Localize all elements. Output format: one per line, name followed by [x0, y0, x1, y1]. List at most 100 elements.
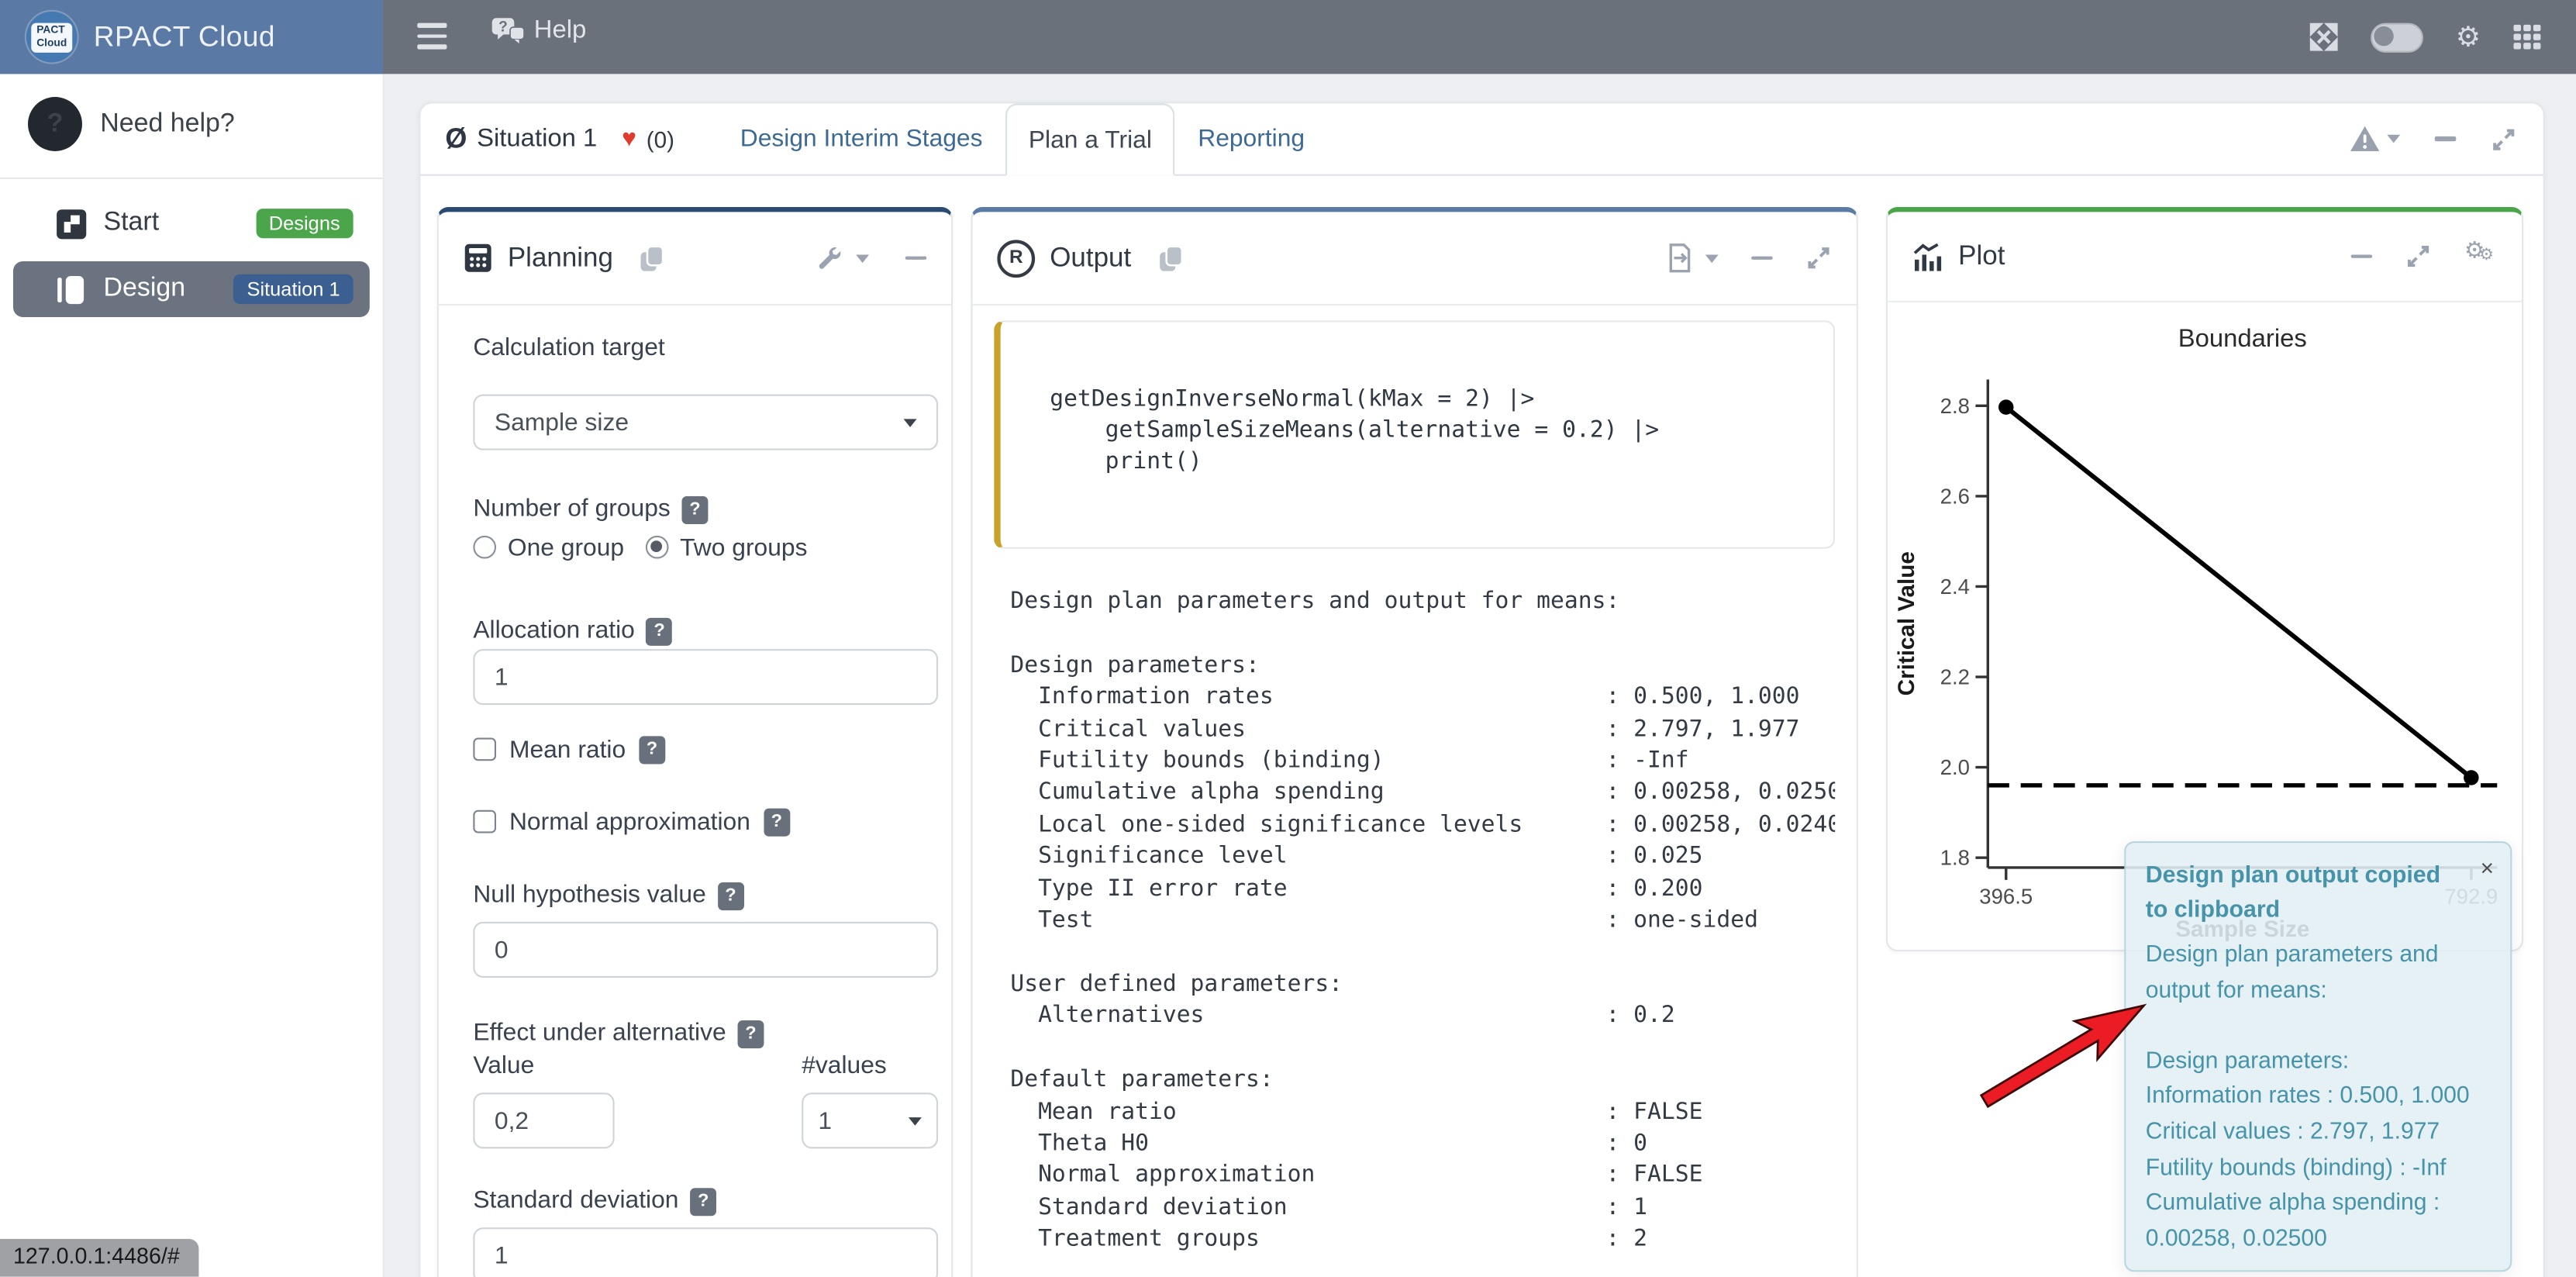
radio-two-groups[interactable]	[646, 536, 669, 559]
grid-apps-icon[interactable]	[2513, 25, 2541, 50]
help-button[interactable]: ? Help	[491, 16, 587, 46]
situation-badge: Situation 1	[234, 274, 353, 304]
situation-label: Situation 1	[477, 124, 597, 154]
num-values-label: #values	[802, 1050, 938, 1082]
expand-output-button[interactable]	[1805, 245, 1832, 271]
help-badge-icon[interactable]	[639, 735, 665, 763]
chevron-down-icon	[856, 254, 869, 262]
normal-approximation-label[interactable]: Normal approximation	[509, 808, 750, 836]
help-badge-icon[interactable]	[690, 1187, 716, 1215]
sidebar-item-label: Start	[104, 209, 160, 238]
calculator-icon	[464, 243, 493, 273]
favorite-heart-icon[interactable]: ♥	[622, 125, 636, 153]
mean-ratio-label[interactable]: Mean ratio	[509, 735, 626, 763]
help-badge-icon[interactable]	[764, 808, 790, 836]
copy-icon[interactable]	[1157, 244, 1184, 272]
plot-panel: Plot ⚙⚙ Boundaries1.82.02.22.42.62.8396.…	[1886, 207, 2523, 951]
expand-plot-button[interactable]	[2405, 243, 2432, 270]
collapse-planning-button[interactable]	[905, 256, 927, 260]
standard-deviation-label: Standard deviation	[473, 1185, 938, 1217]
standard-deviation-input[interactable]	[473, 1227, 938, 1277]
svg-text:?: ?	[498, 19, 508, 35]
fullscreen-arrows-icon[interactable]	[2309, 23, 2337, 51]
r-logo-icon	[997, 239, 1035, 277]
calculation-target-select[interactable]: Sample size	[473, 395, 938, 450]
output-panel: Output	[971, 207, 1857, 1277]
copy-icon[interactable]	[640, 244, 666, 272]
tab-plan-a-trial[interactable]: Plan a Trial	[1005, 104, 1174, 176]
calculation-target-label: Calculation target	[473, 332, 938, 364]
chat-question-icon: ?	[491, 16, 526, 46]
radio-two-groups-label[interactable]: Two groups	[680, 533, 807, 561]
planning-tools-dropdown[interactable]	[816, 245, 869, 271]
logo-line1: PACT	[36, 25, 67, 37]
radio-one-group[interactable]	[473, 536, 496, 559]
browser-status-url: 127.0.0.1:4486/#	[0, 1239, 199, 1277]
brand-header: PACT Cloud RPACT Cloud	[0, 0, 383, 74]
sidebar-item-label: Design	[104, 274, 186, 304]
tab-reporting[interactable]: Reporting	[1175, 104, 1328, 174]
rpact-cloud-app: PACT Cloud RPACT Cloud ? Help	[0, 0, 2576, 1277]
start-icon	[56, 208, 87, 239]
designs-badge: Designs	[256, 209, 353, 239]
settings-gear-icon[interactable]: ⚙	[2456, 23, 2481, 51]
help-badge-icon[interactable]	[738, 1020, 764, 1047]
effect-under-alternative-label: Effect under alternative	[473, 1017, 938, 1050]
svg-text:2.8: 2.8	[1940, 394, 1970, 418]
sidebar-item-design[interactable]: Design Situation 1	[13, 261, 370, 317]
help-label: Help	[534, 16, 587, 46]
toast-notification: × Design plan output copied to clipboard…	[2124, 841, 2512, 1272]
effect-inputs-row: 1	[473, 1092, 938, 1148]
effect-labels-row: Value #values	[473, 1050, 938, 1082]
collapse-output-button[interactable]	[1751, 256, 1773, 260]
situation-header: Ø Situation 1 ♥ (0)	[445, 104, 674, 174]
output-header: Output	[973, 212, 1857, 305]
help-badge-icon[interactable]	[647, 617, 673, 645]
topbar-icon-group: ⚙	[2309, 0, 2541, 74]
help-badge-icon[interactable]	[682, 495, 709, 523]
need-help-item[interactable]: Need help?	[0, 74, 383, 172]
mean-ratio-checkbox[interactable]	[473, 738, 496, 761]
svg-text:2.2: 2.2	[1940, 665, 1970, 689]
logo-line2: Cloud	[36, 37, 67, 50]
theme-toggle[interactable]	[2371, 22, 2423, 52]
num-values-select[interactable]: 1	[802, 1092, 938, 1148]
design-icon	[56, 274, 87, 305]
empty-set-icon[interactable]: Ø	[445, 123, 467, 155]
chevron-down-icon	[2387, 135, 2400, 143]
sidebar-item-start[interactable]: Start Designs	[13, 195, 370, 251]
effect-value-input[interactable]	[473, 1092, 614, 1148]
allocation-ratio-label: Allocation ratio	[473, 615, 938, 647]
collapse-plot-button[interactable]	[2351, 254, 2373, 258]
num-values-value: 1	[818, 1106, 832, 1134]
expand-card-button[interactable]	[2491, 126, 2517, 152]
top-bar: PACT Cloud RPACT Cloud ? Help	[0, 0, 2576, 74]
collapse-card-button[interactable]	[2435, 136, 2457, 140]
need-help-label: Need help?	[100, 109, 234, 139]
chevron-down-icon	[1705, 254, 1719, 262]
warnings-dropdown-button[interactable]	[2350, 125, 2401, 153]
output-title: Output	[1050, 243, 1131, 274]
normal-approximation-checkbox[interactable]	[473, 810, 496, 834]
close-icon[interactable]: ×	[2481, 856, 2494, 879]
plot-settings-gears-icon[interactable]: ⚙⚙	[2464, 242, 2497, 271]
rpact-logo-icon: PACT Cloud	[26, 12, 78, 63]
card-action-icons	[2350, 104, 2517, 174]
svg-text:Boundaries: Boundaries	[2178, 323, 2307, 352]
planning-panel: Planning Calculation target Sample s	[437, 207, 953, 1277]
planning-form: Calculation target Sample size Number of…	[439, 305, 951, 1277]
calculation-target-value: Sample size	[495, 409, 629, 437]
svg-text:2.0: 2.0	[1940, 755, 1970, 779]
allocation-ratio-input[interactable]	[473, 649, 938, 705]
tab-design-interim-stages[interactable]: Design Interim Stages	[717, 104, 1005, 174]
export-dropdown-button[interactable]	[1667, 243, 1719, 273]
chevron-down-icon	[909, 1117, 922, 1125]
sidebar-toggle-button[interactable]	[417, 23, 447, 50]
app-title: RPACT Cloud	[94, 19, 275, 54]
r-code-text: getDesignInverseNormal(kMax = 2) |> getS…	[1050, 385, 1817, 478]
radio-one-group-label[interactable]: One group	[508, 533, 624, 561]
groups-radio-row: One group Two groups	[473, 529, 938, 565]
help-badge-icon[interactable]	[718, 882, 744, 909]
null-hypothesis-input[interactable]	[473, 922, 938, 978]
chevron-down-icon	[904, 418, 917, 426]
